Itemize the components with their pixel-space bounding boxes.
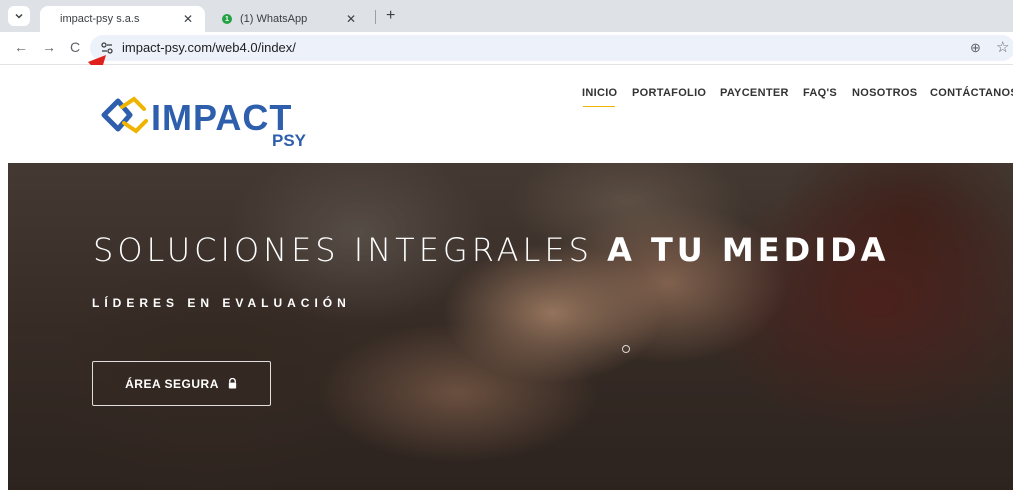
- new-tab-button[interactable]: +: [386, 7, 395, 25]
- hero-title: SOLUCIONES INTEGRALES A TU MEDIDA: [93, 231, 889, 269]
- tab-impact-psy[interactable]: impact-psy s.a.s ✕: [40, 6, 205, 32]
- nav-nosotros[interactable]: NOSOTROS: [852, 87, 917, 99]
- whatsapp-icon: 1: [222, 14, 232, 24]
- nav-faqs[interactable]: FAQ'S: [803, 87, 837, 99]
- hero-title-light: SOLUCIONES INTEGRALES: [93, 231, 593, 269]
- hero-slider: SOLUCIONES INTEGRALES A TU MEDIDA LÍDERE…: [8, 163, 1013, 490]
- hero-title-bold: A TU MEDIDA: [607, 231, 890, 269]
- hero-subtitle: LÍDERES EN EVALUACIÓN: [92, 296, 351, 310]
- tab-whatsapp[interactable]: 1 (1) WhatsApp ✕: [210, 6, 368, 32]
- tab-bar: impact-psy s.a.s ✕ 1 (1) WhatsApp ✕ +: [0, 0, 1013, 32]
- active-nav-indicator: [583, 106, 615, 107]
- address-bar[interactable]: impact-psy.com/web4.0/index/ ⊕ ☆: [90, 35, 1013, 61]
- tab-title: impact-psy s.a.s: [60, 13, 140, 25]
- url-text[interactable]: impact-psy.com/web4.0/index/: [122, 40, 296, 55]
- nav-paycenter[interactable]: PAYCENTER: [720, 87, 789, 99]
- back-icon[interactable]: ←: [12, 39, 30, 55]
- nav-contactanos[interactable]: CONTÁCTANOS: [930, 87, 1013, 99]
- tab-divider: [375, 10, 376, 24]
- nav-portafolio[interactable]: PORTAFOLIO: [632, 87, 706, 99]
- secure-area-label: ÁREA SEGURA: [125, 376, 219, 391]
- chevron-down-icon: [15, 13, 23, 19]
- secure-area-button[interactable]: ÁREA SEGURA: [92, 361, 271, 406]
- zoom-icon[interactable]: ⊕: [970, 40, 981, 56]
- logo-mark-icon: [101, 96, 148, 134]
- hero-image-overlay: [8, 163, 1013, 490]
- slider-dot[interactable]: [622, 345, 630, 353]
- nav-inicio[interactable]: INICIO: [582, 87, 617, 99]
- site-header: IMPACT PSY INICIO PORTAFOLIO PAYCENTER F…: [0, 65, 1013, 163]
- browser-toolbar: ← → C impact-psy.com/web4.0/index/ ⊕ ☆: [0, 32, 1013, 65]
- tab-title: (1) WhatsApp: [240, 13, 308, 25]
- page-margin: [0, 163, 8, 490]
- tab-search-button[interactable]: [8, 6, 30, 26]
- close-icon[interactable]: ✕: [344, 12, 358, 26]
- bookmark-star-icon[interactable]: ☆: [996, 38, 1009, 56]
- close-icon[interactable]: ✕: [181, 12, 195, 26]
- logo-subtext: PSY: [272, 131, 307, 150]
- lock-icon: [228, 378, 237, 389]
